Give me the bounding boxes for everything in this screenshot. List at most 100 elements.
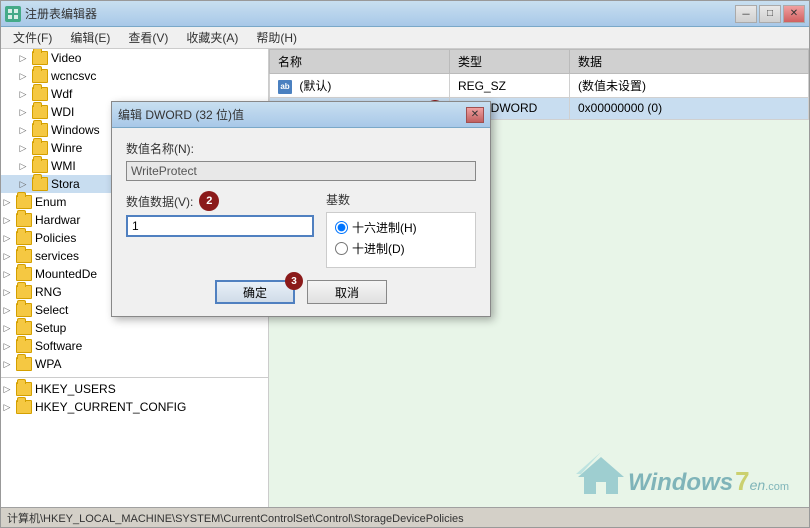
radio-dec[interactable]: 十进制(D) xyxy=(335,240,467,257)
tree-item-hkey-current-config[interactable]: ▷ HKEY_CURRENT_CONFIG xyxy=(1,398,268,416)
radio-hex-input[interactable] xyxy=(335,221,348,234)
tree-toggle-hkey-users[interactable]: ▷ xyxy=(1,383,13,395)
tree-label-video: Video xyxy=(51,51,81,65)
dialog-base-label: 基数 xyxy=(326,191,476,208)
tree-toggle-hardwar[interactable]: ▷ xyxy=(1,214,13,226)
dialog-close-button[interactable]: ✕ xyxy=(466,107,484,123)
tree-toggle-hkey-current-config[interactable]: ▷ xyxy=(1,401,13,413)
tree-item-software[interactable]: ▷ Software xyxy=(1,337,268,355)
watermark-en: en xyxy=(750,477,766,493)
tree-label-setup: Setup xyxy=(35,321,66,335)
watermark-seven: 7 xyxy=(735,466,749,497)
folder-icon-stora xyxy=(32,177,48,191)
tree-label-enum: Enum xyxy=(35,195,66,209)
window-controls: － □ ✕ xyxy=(735,5,805,23)
radio-hex-label: 十六进制(H) xyxy=(352,219,417,236)
dialog-buttons: 确定 3 取消 xyxy=(126,280,476,304)
watermark: Windows 7 en .com xyxy=(576,452,789,497)
menu-favorites[interactable]: 收藏夹(A) xyxy=(178,27,246,48)
main-window: 注册表编辑器 － □ ✕ 文件(F) 编辑(E) 查看(V) 收藏夹(A) 帮助… xyxy=(0,0,810,528)
folder-icon-winre xyxy=(32,141,48,155)
tree-toggle-stora[interactable]: ▷ xyxy=(17,178,29,190)
maximize-button[interactable]: □ xyxy=(759,5,781,23)
tree-item-wcncsvc[interactable]: ▷ wcncsvc xyxy=(1,67,268,85)
tree-label-wpa: WPA xyxy=(35,357,61,371)
tree-toggle-winre[interactable]: ▷ xyxy=(17,142,29,154)
tree-toggle-policies[interactable]: ▷ xyxy=(1,232,13,244)
tree-label-software: Software xyxy=(35,339,82,353)
step-badge-3: 3 xyxy=(285,272,303,290)
tree-label-policies: Policies xyxy=(35,231,76,245)
folder-icon-wdf xyxy=(32,87,48,101)
menu-file[interactable]: 文件(F) xyxy=(5,27,60,48)
app-icon xyxy=(5,6,21,22)
tree-label-wmi: WMI xyxy=(51,159,76,173)
watermark-windows: Windows xyxy=(628,469,733,497)
tree-label-winre: Winre xyxy=(51,141,82,155)
tree-toggle-select[interactable]: ▷ xyxy=(1,304,13,316)
folder-icon-software xyxy=(16,339,32,353)
folder-icon-policies xyxy=(16,231,32,245)
tree-label-select: Select xyxy=(35,303,68,317)
tree-item-hkey-users[interactable]: ▷ HKEY_USERS xyxy=(1,380,268,398)
dialog-body: 数值名称(N): 数值数据(V): 2 基数 xyxy=(112,128,490,316)
radio-dec-input[interactable] xyxy=(335,242,348,255)
tree-toggle-mountedde[interactable]: ▷ xyxy=(1,268,13,280)
tree-item-video[interactable]: ▷ Video xyxy=(1,49,268,67)
status-bar: 计算机\HKEY_LOCAL_MACHINE\SYSTEM\CurrentCon… xyxy=(1,507,809,527)
folder-icon-wpa xyxy=(16,357,32,371)
status-text: 计算机\HKEY_LOCAL_MACHINE\SYSTEM\CurrentCon… xyxy=(7,510,464,526)
watermark-house-icon xyxy=(576,452,626,497)
close-button[interactable]: ✕ xyxy=(783,5,805,23)
folder-icon-rng xyxy=(16,285,32,299)
tree-label-rng: RNG xyxy=(35,285,62,299)
reg-type-default: REG_SZ xyxy=(450,74,570,98)
folder-icon-wmi xyxy=(32,159,48,173)
dialog-value-input[interactable] xyxy=(126,215,314,237)
title-bar: 注册表编辑器 － □ ✕ xyxy=(1,1,809,27)
tree-toggle-wdf[interactable]: ▷ xyxy=(17,88,29,100)
registry-row-default[interactable]: ab (默认) REG_SZ (数值未设置) xyxy=(270,74,809,98)
tree-toggle-enum[interactable]: ▷ xyxy=(1,196,13,208)
dialog-data-label: 数值数据(V): 2 xyxy=(126,191,314,211)
tree-toggle-rng[interactable]: ▷ xyxy=(1,286,13,298)
folder-icon-video xyxy=(32,51,48,65)
step-badge-2: 2 xyxy=(199,191,219,211)
watermark-com: .com xyxy=(765,481,789,493)
tree-toggle-setup[interactable]: ▷ xyxy=(1,322,13,334)
tree-label-wcncsvc: wcncsvc xyxy=(51,69,96,83)
folder-icon-wdi xyxy=(32,105,48,119)
tree-toggle-wpa[interactable]: ▷ xyxy=(1,358,13,370)
tree-toggle-software[interactable]: ▷ xyxy=(1,340,13,352)
menu-edit[interactable]: 编辑(E) xyxy=(62,27,118,48)
dialog-name-input[interactable] xyxy=(126,161,476,181)
tree-label-wdf: Wdf xyxy=(51,87,72,101)
radio-hex[interactable]: 十六进制(H) xyxy=(335,219,467,236)
minimize-button[interactable]: － xyxy=(735,5,757,23)
window-title: 注册表编辑器 xyxy=(25,5,735,22)
tree-label-stora: Stora xyxy=(51,177,80,191)
tree-item-setup[interactable]: ▷ Setup xyxy=(1,319,268,337)
tree-toggle-services[interactable]: ▷ xyxy=(1,250,13,262)
tree-toggle-wmi[interactable]: ▷ xyxy=(17,160,29,172)
col-header-type: 类型 xyxy=(450,50,570,74)
tree-toggle-windows[interactable]: ▷ xyxy=(17,124,29,136)
menu-view[interactable]: 查看(V) xyxy=(120,27,176,48)
dialog-cancel-button[interactable]: 取消 xyxy=(307,280,387,304)
tree-toggle-wdi[interactable]: ▷ xyxy=(17,106,29,118)
folder-icon-hkey-current-config xyxy=(16,400,32,414)
folder-icon-select xyxy=(16,303,32,317)
tree-label-hardwar: Hardwar xyxy=(35,213,80,227)
folder-icon-setup xyxy=(16,321,32,335)
menu-help[interactable]: 帮助(H) xyxy=(248,27,305,48)
tree-toggle-video[interactable]: ▷ xyxy=(17,52,29,64)
tree-toggle-wcncsvc[interactable]: ▷ xyxy=(17,70,29,82)
folder-icon-wcncsvc xyxy=(32,69,48,83)
dialog-base-section: 基数 十六进制(H) 十进制(D) xyxy=(326,191,476,268)
tree-item-wpa[interactable]: ▷ WPA xyxy=(1,355,268,373)
dialog-value-section: 数值数据(V): 2 xyxy=(126,191,314,268)
menu-bar: 文件(F) 编辑(E) 查看(V) 收藏夹(A) 帮助(H) xyxy=(1,27,809,49)
reg-icon-ab: ab xyxy=(278,80,292,94)
col-header-name: 名称 xyxy=(270,50,450,74)
dialog-ok-button[interactable]: 确定 3 xyxy=(215,280,295,304)
